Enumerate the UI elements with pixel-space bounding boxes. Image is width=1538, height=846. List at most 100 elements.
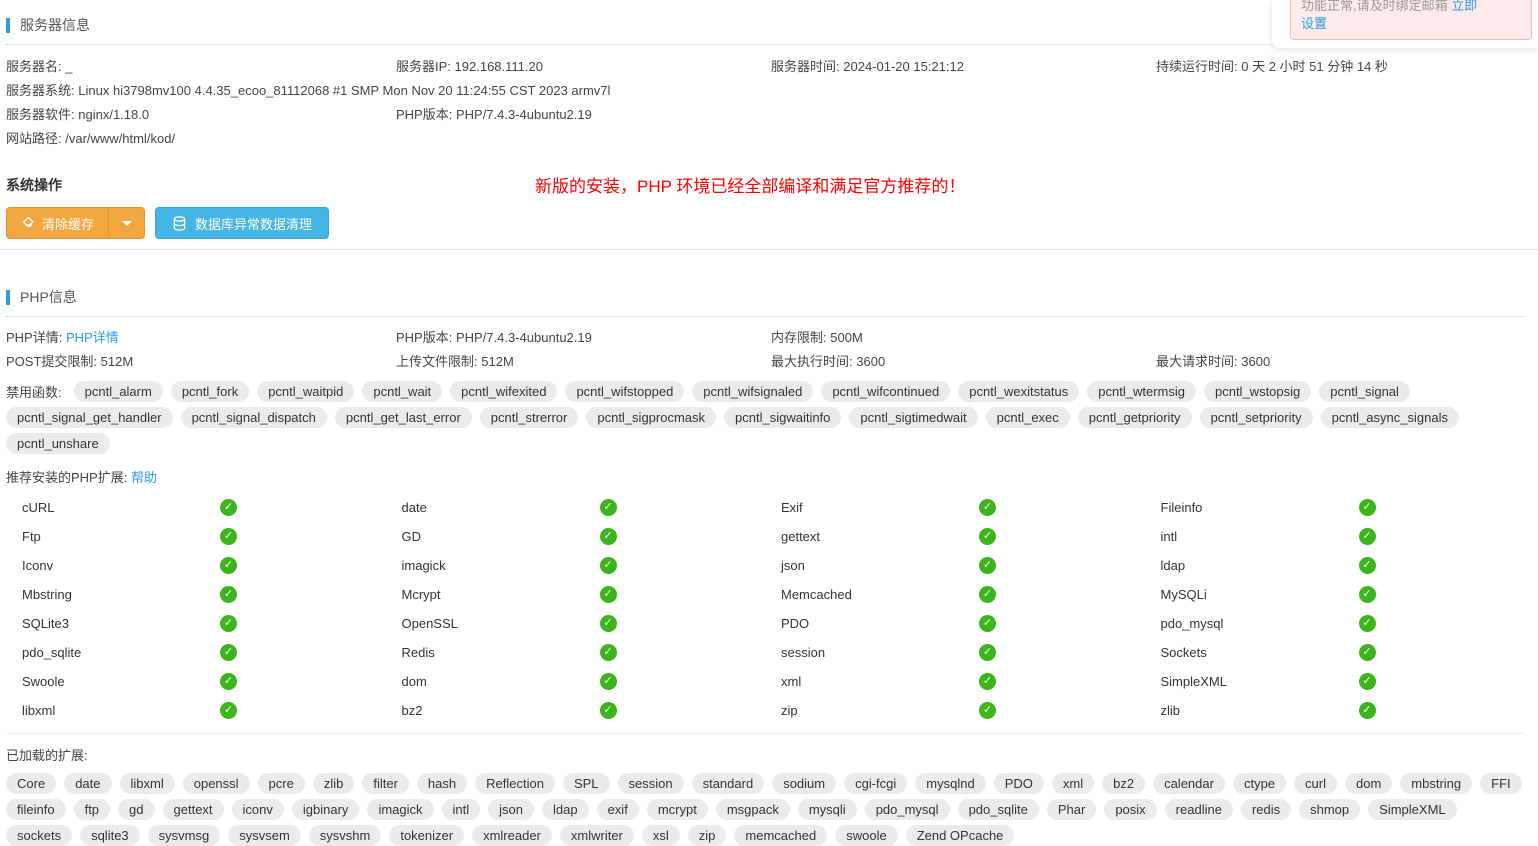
extension-tag: ctype <box>1233 773 1286 794</box>
php-detail-link[interactable]: PHP详情 <box>66 330 119 345</box>
function-tag: pcntl_sigtimedwait <box>849 407 977 428</box>
extension-tag: mcrypt <box>647 799 708 820</box>
function-tag: pcntl_wifstopped <box>565 381 684 402</box>
extension-name: date <box>402 500 600 515</box>
server-os: 服务器系统: Linux hi3798mv100 4.4.35_ecoo_811… <box>6 83 1524 98</box>
extension-tag: redis <box>1241 799 1291 820</box>
check-icon: ✓ <box>1359 557 1376 574</box>
extension-tag: mbstring <box>1400 773 1472 794</box>
function-tag: pcntl_sigwaitinfo <box>724 407 841 428</box>
extension-item: ldap ✓ <box>1145 551 1525 580</box>
extension-tag: hash <box>417 773 467 794</box>
help-link[interactable]: 帮助 <box>131 470 157 485</box>
extension-item: PDO ✓ <box>765 609 1145 638</box>
extension-name: session <box>781 645 979 660</box>
function-tag: pcntl_setpriority <box>1200 407 1313 428</box>
extension-name: SQLite3 <box>22 616 220 631</box>
extension-tag: memcached <box>734 825 827 846</box>
function-tag: pcntl_alarm <box>74 381 163 402</box>
extension-name: bz2 <box>402 703 600 718</box>
check-icon: ✓ <box>220 702 237 719</box>
extension-name: GD <box>402 529 600 544</box>
extension-tag: filter <box>362 773 409 794</box>
extension-tag: intl <box>442 799 481 820</box>
extension-item: json ✓ <box>765 551 1145 580</box>
extension-item: Memcached ✓ <box>765 580 1145 609</box>
check-icon: ✓ <box>600 528 617 545</box>
extension-tag: SimpleXML <box>1368 799 1456 820</box>
clear-cache-button[interactable]: 清除缓存 <box>7 208 108 238</box>
system-ops-buttons: 清除缓存 数据库异常数据清理 <box>6 207 1524 239</box>
extension-item: intl ✓ <box>1145 522 1525 551</box>
extension-item: Fileinfo ✓ <box>1145 493 1525 522</box>
extension-item: bz2 ✓ <box>386 696 766 725</box>
extension-item: zlib ✓ <box>1145 696 1525 725</box>
setup-now-link[interactable]: 立即 <box>1451 0 1477 13</box>
function-tag: pcntl_fork <box>171 381 249 402</box>
function-tag: pcntl_sigprocmask <box>586 407 716 428</box>
extension-tag: date <box>64 773 111 794</box>
extension-tag: sysvsem <box>228 825 301 846</box>
server-name: 服务器名: _ <box>6 59 396 74</box>
extension-tag: zlib <box>313 773 355 794</box>
recommended-extensions-line: 推荐安装的PHP扩展: 帮助 <box>6 467 1524 486</box>
function-tag: pcntl_signal_get_handler <box>6 407 173 428</box>
extension-name: ldap <box>1161 558 1359 573</box>
function-tag: pcntl_getpriority <box>1078 407 1192 428</box>
check-icon: ✓ <box>1359 528 1376 545</box>
extension-tag: xml <box>1052 773 1094 794</box>
check-icon: ✓ <box>220 586 237 603</box>
extension-name: intl <box>1161 529 1359 544</box>
function-tag: pcntl_wstopsig <box>1204 381 1311 402</box>
extension-name: json <box>781 558 979 573</box>
extension-item: OpenSSL ✓ <box>386 609 766 638</box>
function-tag: pcntl_signal_dispatch <box>181 407 327 428</box>
setup-now-link[interactable]: 设置 <box>1301 16 1327 31</box>
function-tag: pcntl_get_last_error <box>335 407 472 428</box>
php-detail: PHP详情: PHP详情 <box>6 330 396 345</box>
check-icon: ✓ <box>979 644 996 661</box>
clear-cache-dropdown-button[interactable] <box>108 208 144 238</box>
alert-line2: 设置 <box>1301 15 1521 33</box>
extension-item: xml ✓ <box>765 667 1145 696</box>
function-tag: pcntl_exec <box>986 407 1070 428</box>
extension-tag: gettext <box>163 799 224 820</box>
extension-tag: msgpack <box>716 799 790 820</box>
extension-tag: pdo_sqlite <box>958 799 1039 820</box>
memory-limit: 内存限制: 500M <box>771 330 1524 345</box>
extension-name: pdo_sqlite <box>22 645 220 660</box>
caret-down-icon <box>122 221 132 226</box>
extension-name: SimpleXML <box>1161 674 1359 689</box>
server-time: 服务器时间: 2024-01-20 15:21:12 <box>771 59 1156 74</box>
clear-cache-label: 清除缓存 <box>42 214 94 233</box>
extension-name: cURL <box>22 500 220 515</box>
function-tag: pcntl_wexitstatus <box>958 381 1079 402</box>
function-tag: pcntl_strerror <box>480 407 579 428</box>
extension-name: zip <box>781 703 979 718</box>
accent-bar <box>6 18 10 33</box>
extension-item: zip ✓ <box>765 696 1145 725</box>
extension-tag: Zend OPcache <box>906 825 1015 846</box>
check-icon: ✓ <box>220 615 237 632</box>
extension-tag: ldap <box>542 799 589 820</box>
extension-tag: libxml <box>120 773 175 794</box>
extension-name: Mcrypt <box>402 587 600 602</box>
extension-tag: iconv <box>232 799 284 820</box>
extension-item: pdo_sqlite ✓ <box>6 638 386 667</box>
function-tag: pcntl_wait <box>362 381 442 402</box>
check-icon: ✓ <box>979 673 996 690</box>
check-icon: ✓ <box>1359 702 1376 719</box>
extension-tag: posix <box>1104 799 1156 820</box>
extension-tag: Core <box>6 773 56 794</box>
extension-tag: tokenizer <box>389 825 464 846</box>
notification-popup: 功能正常,请及时绑定邮箱 立即 设置 <box>1272 0 1538 48</box>
check-icon: ✓ <box>220 673 237 690</box>
extension-item: Sockets ✓ <box>1145 638 1525 667</box>
max-exec-time: 最大执行时间: 3600 <box>771 354 1156 369</box>
check-icon: ✓ <box>979 528 996 545</box>
db-clean-button[interactable]: 数据库异常数据清理 <box>155 207 329 239</box>
php-info-grid: PHP详情: PHP详情 PHP版本: PHP/7.4.3-4ubuntu2.1… <box>6 317 1524 369</box>
extension-item: Swoole ✓ <box>6 667 386 696</box>
check-icon: ✓ <box>220 499 237 516</box>
server-software: 服务器软件: nginx/1.18.0 <box>6 107 396 122</box>
